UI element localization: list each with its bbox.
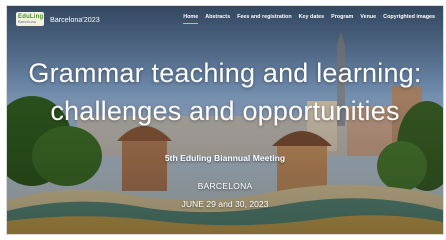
hero-title-line-2: challenges and opportunities: [50, 96, 400, 126]
hero-title-line-1: Grammar teaching and learning:: [28, 58, 422, 88]
nav-copyrighted-images[interactable]: Copyrighted images: [383, 14, 435, 20]
event-city: BARCELONA: [197, 181, 253, 191]
nav-fees-registration[interactable]: Fees and registration: [237, 14, 292, 20]
meeting-name: 5th Eduling Biannual Meeting: [164, 153, 286, 163]
event-dates: JUNE 29 and 30, 2023: [181, 199, 269, 209]
nav-home[interactable]: Home: [183, 14, 198, 24]
nav-key-dates[interactable]: Key dates: [299, 14, 324, 20]
page-frame: EduLing Barcelona Barcelona'2023 Home Ab…: [6, 5, 444, 235]
nav-venue[interactable]: Venue: [360, 14, 376, 20]
eduling-logo[interactable]: EduLing Barcelona: [16, 12, 44, 26]
logo-subtext: Barcelona: [18, 19, 37, 24]
site-brand[interactable]: Barcelona'2023: [50, 15, 100, 24]
nav-program[interactable]: Program: [331, 14, 353, 20]
nav-abstracts[interactable]: Abstracts: [205, 14, 230, 20]
main-nav: Home Abstracts Fees and registration Key…: [183, 14, 435, 24]
